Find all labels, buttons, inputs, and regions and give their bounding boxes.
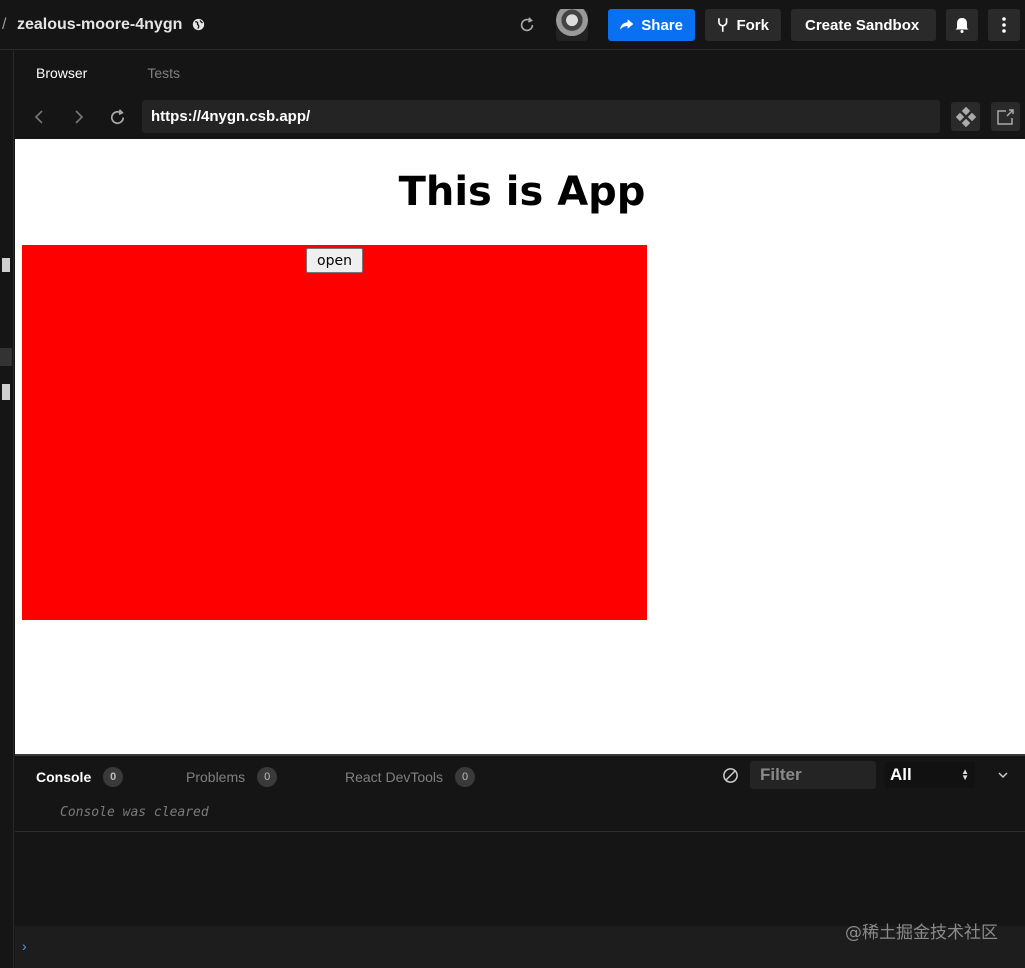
- url-input[interactable]: [142, 100, 940, 133]
- red-container: open: [22, 245, 647, 620]
- open-new-window-button[interactable]: [991, 102, 1020, 131]
- bell-icon: [955, 18, 969, 33]
- fork-button[interactable]: Fork: [705, 9, 781, 41]
- share-label: Share: [641, 16, 683, 34]
- preview-tabs: Browser Tests: [14, 51, 1025, 95]
- strip-mark: [0, 348, 12, 366]
- problems-tab-label: Problems: [186, 769, 246, 785]
- select-arrows-icon: ▲ ▼: [961, 767, 969, 782]
- refresh-icon[interactable]: [518, 16, 536, 34]
- react-devtools-tab-label: React DevTools: [345, 769, 444, 785]
- console-tab-label: Console: [36, 769, 92, 785]
- create-sandbox-button[interactable]: Create Sandbox: [791, 9, 936, 41]
- browser-toolbar: [14, 95, 1025, 139]
- clear-console-icon[interactable]: [722, 767, 739, 784]
- fork-label: Fork: [736, 16, 769, 34]
- breadcrumb-separator: /: [2, 15, 7, 33]
- external-link-icon: [996, 108, 1014, 125]
- react-devtools-toggle-button[interactable]: [951, 102, 980, 131]
- editor-edge-strip: [0, 51, 14, 968]
- tab-react-devtools[interactable]: React DevTools 0: [345, 767, 476, 787]
- console-divider: [15, 831, 1025, 832]
- preview-frame: This is App open: [15, 139, 1025, 756]
- share-arrow-icon: [620, 19, 634, 30]
- fork-icon: [718, 18, 728, 32]
- watermark: @稀土掘金技术社区: [845, 923, 998, 943]
- more-menu-button[interactable]: [988, 9, 1020, 41]
- tab-tests[interactable]: Tests: [125, 65, 202, 81]
- console-message: Console was cleared: [60, 805, 209, 820]
- back-icon[interactable]: [32, 109, 48, 125]
- sandbox-name[interactable]: zealous-moore-4nygn: [17, 16, 182, 34]
- create-sandbox-label: Create Sandbox: [805, 16, 920, 34]
- avatar[interactable]: [556, 9, 588, 41]
- top-bar: / zealous-moore-4nygn Share Fork Create …: [0, 0, 1025, 50]
- forward-icon[interactable]: [70, 109, 86, 125]
- tab-problems[interactable]: Problems 0: [186, 767, 278, 787]
- strip-mark: [2, 258, 10, 272]
- diamond-grid-icon: [955, 106, 976, 127]
- tab-browser[interactable]: Browser: [14, 65, 109, 81]
- chevron-down-icon[interactable]: [997, 769, 1009, 781]
- top-actions: Share Fork Create Sandbox: [518, 0, 1025, 50]
- globe-icon[interactable]: [192, 18, 205, 31]
- notifications-button[interactable]: [946, 9, 978, 41]
- react-devtools-count-badge: 0: [455, 767, 476, 787]
- log-level-value: All: [890, 765, 912, 784]
- log-level-select[interactable]: All ▲ ▼: [885, 762, 975, 788]
- app-title: This is App: [398, 169, 646, 215]
- reload-icon[interactable]: [108, 108, 127, 127]
- problems-count-badge: 0: [257, 767, 278, 787]
- console-tabs: Console 0 Problems 0 React DevTools 0 Al…: [15, 757, 1025, 795]
- console-filter-input[interactable]: [750, 761, 876, 789]
- strip-mark: [2, 384, 10, 400]
- kebab-menu-icon: [1002, 17, 1006, 33]
- console-count-badge: 0: [103, 767, 124, 787]
- console-prompt: ›: [22, 938, 27, 954]
- open-button[interactable]: open: [306, 248, 363, 273]
- tab-console[interactable]: Console 0: [36, 767, 124, 787]
- share-button[interactable]: Share: [608, 9, 695, 41]
